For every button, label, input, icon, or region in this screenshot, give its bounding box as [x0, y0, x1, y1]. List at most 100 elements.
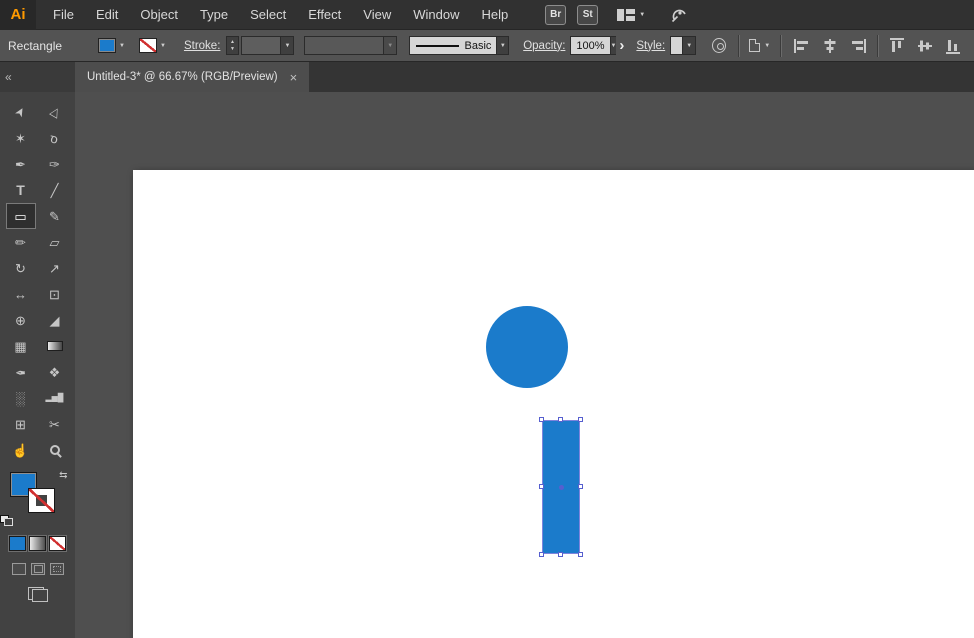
perspective-grid-tool[interactable]: ◢ [41, 308, 69, 332]
menu-edit[interactable]: Edit [85, 0, 129, 30]
document-icon [749, 39, 761, 52]
collapse-panel-button[interactable]: « [5, 70, 12, 84]
bridge-button[interactable]: Br [545, 4, 567, 25]
variable-width-profile-select[interactable]: ▼ [304, 36, 398, 55]
selection-center-point[interactable] [558, 484, 564, 490]
document-tab[interactable]: Untitled-3* @ 66.67% (RGB/Preview) × [75, 62, 310, 92]
hand-tool[interactable]: ☝ [7, 438, 35, 462]
canvas-pasteboard[interactable] [75, 92, 974, 638]
horizontal-align-left-button[interactable] [789, 34, 815, 58]
eraser-tool[interactable]: ▱ [41, 230, 69, 254]
slice-tool[interactable]: ✂ [41, 412, 69, 436]
selection-handle[interactable] [578, 552, 583, 557]
lasso-tool[interactable]: σ [41, 126, 69, 150]
swap-fill-stroke-icon[interactable]: ⇆ [59, 470, 67, 481]
artboard-tool[interactable]: ⊞ [7, 412, 35, 436]
width-tool[interactable]: ↔ [7, 282, 35, 306]
menu-window[interactable]: Window [402, 0, 470, 30]
scale-tool[interactable]: ↗ [41, 256, 69, 280]
menu-effect[interactable]: Effect [297, 0, 352, 30]
menu-view[interactable]: View [352, 0, 402, 30]
chevron-down-icon: ▼ [160, 42, 166, 49]
stroke-color-swatch[interactable] [27, 488, 55, 513]
vertical-align-bottom-button[interactable] [940, 34, 966, 58]
curvature-tool[interactable]: ✑ [41, 152, 69, 176]
selection-handle[interactable] [578, 483, 583, 489]
stroke-weight-select[interactable]: ▼ [240, 36, 295, 55]
document-setup-button[interactable]: ▼ [749, 39, 770, 52]
tools-panel: ➤ ▷ ✶ σ ✒ ✑ T ╱ ▭ ✎ ✏ ▱ ↻ ↗ ↔ ⊡ ⊕ ◢ ▦ ✒ ❖ ░ ▂▅█ ⊞ ✂ ☝ ⇆ [0, 92, 75, 638]
rectangle-tool[interactable]: ▭ [6, 204, 35, 228]
selection-tool[interactable]: ➤ [7, 100, 35, 124]
draw-behind-mode-icon[interactable] [30, 563, 45, 575]
selection-handle[interactable] [539, 483, 544, 489]
selection-handle[interactable] [557, 417, 563, 422]
horizontal-align-center-icon [824, 38, 836, 53]
line-segment-tool[interactable]: ╱ [41, 178, 69, 202]
vertical-align-top-button[interactable] [884, 34, 910, 58]
fill-swatch-icon [98, 38, 117, 53]
opacity-panel-link[interactable]: Opacity: [523, 40, 565, 52]
draw-inside-mode-icon[interactable] [49, 563, 64, 575]
free-transform-tool[interactable]: ⊡ [41, 282, 69, 306]
draw-normal-mode-icon[interactable] [11, 563, 26, 575]
menu-file[interactable]: File [42, 0, 85, 30]
selection-handle[interactable] [578, 417, 583, 422]
menu-select[interactable]: Select [239, 0, 297, 30]
horizontal-align-right-button[interactable] [845, 34, 871, 58]
magic-wand-tool[interactable]: ✶ [7, 126, 35, 150]
menu-items: File Edit Object Type Select Effect View Window… [42, 0, 519, 30]
stroke-color-control[interactable]: ▼ [139, 38, 166, 53]
color-button[interactable] [9, 536, 26, 551]
stepper-up-icon: ▲ [230, 39, 235, 45]
menu-type[interactable]: Type [189, 0, 239, 30]
artboard-icon: ⊞ [15, 416, 26, 432]
type-tool[interactable]: T [7, 178, 35, 202]
artboard[interactable] [133, 170, 974, 638]
symbol-sprayer-tool[interactable]: ░ [7, 386, 35, 410]
menu-object[interactable]: Object [129, 0, 189, 30]
gradient-button[interactable] [29, 536, 46, 551]
selection-handle[interactable] [539, 552, 544, 557]
style-panel-link[interactable]: Style: [636, 40, 665, 52]
workspace-layout-icon [617, 8, 636, 21]
mesh-tool[interactable]: ▦ [7, 334, 35, 358]
selection-handle[interactable] [557, 552, 563, 557]
shape-builder-tool[interactable]: ⊕ [7, 308, 35, 332]
blend-tool[interactable]: ❖ [41, 360, 69, 384]
pen-tool[interactable]: ✒ [7, 152, 35, 176]
none-button[interactable] [49, 536, 66, 551]
default-fill-stroke-icon[interactable] [0, 515, 13, 526]
eyedropper-tool[interactable]: ✒ [7, 360, 35, 384]
zoom-tool[interactable] [41, 438, 69, 462]
chevron-down-icon: ▼ [280, 37, 294, 54]
chevron-down-icon: ▼ [383, 37, 397, 54]
horizontal-align-center-button[interactable] [817, 34, 843, 58]
gpu-rocket-icon [672, 9, 686, 23]
menu-help[interactable]: Help [470, 0, 519, 30]
fill-color-control[interactable]: ▼ [98, 38, 125, 53]
stroke-panel-link[interactable]: Stroke: [184, 40, 220, 52]
recolor-artwork-icon[interactable] [712, 38, 727, 53]
vertical-align-bottom-icon [946, 39, 960, 54]
graphic-style-select[interactable]: ▼ [670, 36, 697, 55]
stroke-weight-stepper[interactable]: ▲ ▼ [226, 36, 239, 55]
selection-handle[interactable] [539, 417, 544, 422]
opacity-input[interactable]: 100% ▼ [570, 36, 617, 55]
gpu-performance-button[interactable] [670, 6, 688, 23]
stock-button[interactable]: St [577, 4, 599, 25]
pencil-tool[interactable]: ✏ [7, 230, 35, 254]
paintbrush-tool[interactable]: ✎ [41, 204, 69, 228]
workspace-switcher-button[interactable]: ▼ [617, 8, 645, 22]
close-icon[interactable]: × [290, 70, 298, 85]
brush-definition-select[interactable]: Basic ▼ [409, 36, 510, 55]
column-graph-tool[interactable]: ▂▅█ [41, 386, 69, 410]
rotate-tool[interactable]: ↻ [7, 256, 35, 280]
rectangle-icon: ▭ [14, 208, 27, 224]
chevron-right-icon[interactable]: › [619, 36, 624, 55]
donut-shape[interactable] [486, 306, 568, 388]
direct-selection-tool[interactable]: ▷ [41, 100, 69, 124]
vertical-align-center-button[interactable] [912, 34, 938, 58]
gradient-tool[interactable] [41, 334, 69, 358]
screen-mode-button[interactable] [27, 587, 48, 602]
